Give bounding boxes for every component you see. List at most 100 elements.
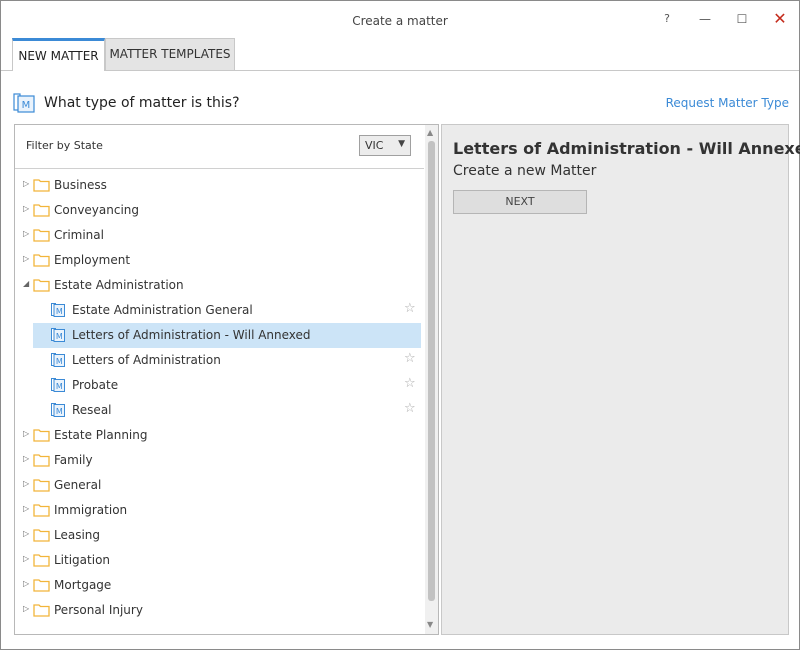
tab-matter-templates[interactable]: MATTER TEMPLATES [105,38,235,70]
tree-matter-row[interactable]: M Letters of Administration ☆ [15,348,424,373]
tree-matter-row[interactable]: M Estate Administration General ☆ [15,298,424,323]
expand-icon[interactable]: ▷ [23,504,31,513]
expand-icon[interactable]: ▷ [23,604,31,613]
matter-icon: M [51,328,65,342]
tree-folder-label: Employment [54,253,131,267]
folder-icon [33,279,50,292]
question-heading: What type of matter is this? [44,95,240,111]
chevron-down-icon: ▼ [398,139,405,149]
state-select[interactable]: VIC ▼ [359,135,411,156]
tree-scrollbar[interactable]: ▲ ▼ [425,125,438,634]
svg-text:M: M [56,307,63,316]
matter-icon: M [51,353,65,367]
tree-folder-row[interactable]: ▷ Immigration [15,498,424,523]
matter-icon: M [51,403,65,417]
expand-icon[interactable]: ▷ [23,554,31,563]
tree-folder-label: Estate Administration [54,278,184,292]
detail-title: Letters of Administration - Will Annexed [453,139,800,158]
tree-folder-row[interactable]: ▷ Employment [15,248,424,273]
expand-icon[interactable]: ▷ [23,429,31,438]
detail-panel: Letters of Administration - Will Annexed… [441,124,800,635]
svg-text:M: M [56,382,63,391]
favorite-star-icon[interactable]: ☆ [404,301,416,316]
tree-folder-label: Leasing [54,528,101,542]
folder-icon [33,454,50,467]
tree-folder-label: Conveyancing [54,203,140,217]
tree-folder-label: General [54,478,102,492]
expand-icon[interactable]: ▷ [23,579,31,588]
folder-icon [33,479,50,492]
expand-icon[interactable]: ▷ [23,254,31,263]
favorite-star-icon[interactable]: ☆ [404,401,416,416]
tree-folder-row[interactable]: ▷ Estate Planning [15,423,424,448]
tree-folder-row[interactable]: ◢ Estate Administration [15,273,424,298]
tree-folder-label: Family [54,453,93,467]
scroll-up-icon[interactable]: ▲ [427,128,433,137]
tab-new-matter[interactable]: NEW MATTER [12,38,105,71]
tree-folder-row[interactable]: ▷ Business [15,173,424,198]
folder-icon [33,504,50,517]
detail-subtitle: Create a new Matter [453,163,597,179]
tree-folder-row[interactable]: ▷ Criminal [15,223,424,248]
tree-folder-label: Litigation [54,553,111,567]
tree-matter-row[interactable]: M Letters of Administration - Will Annexe… [15,323,424,348]
tree-folder-row[interactable]: ▷ Mortgage [15,573,424,598]
title-bar: Create a matter ? — ☐ ✕ [1,1,799,39]
next-button[interactable]: NEXT [453,190,587,214]
matter-type-icon: M [13,93,35,113]
favorite-star-icon[interactable]: ☆ [404,351,416,366]
window-title: Create a matter [352,14,448,28]
tree-folder-row[interactable]: ▷ Conveyancing [15,198,424,223]
folder-icon [33,529,50,542]
tree-folder-row[interactable]: ▷ Family [15,448,424,473]
matter-icon: M [51,378,65,392]
tree-folder-label: Immigration [54,503,128,517]
tree-folder-row[interactable]: ▷ Leasing [15,523,424,548]
svg-text:M: M [56,357,63,366]
folder-icon [33,254,50,267]
expand-icon[interactable]: ▷ [23,454,31,463]
filter-row: Filter by State VIC ▼ [15,125,424,169]
tree-folder-label: Mortgage [54,578,112,592]
tree-folder-row[interactable]: ▷ General [15,473,424,498]
minimize-button[interactable]: — [693,9,717,29]
tree-matter-label: Letters of Administration - Will Annexed [72,328,311,342]
expand-icon[interactable]: ▷ [23,204,31,213]
expand-icon[interactable]: ▷ [23,229,31,238]
tree-folder-label: Estate Planning [54,428,148,442]
favorite-star-icon[interactable]: ☆ [404,376,416,391]
tree-matter-row[interactable]: M Reseal ☆ [15,398,424,423]
matter-icon: M [51,303,65,317]
folder-icon [33,554,50,567]
collapse-icon[interactable]: ◢ [23,279,31,288]
folder-icon [33,229,50,242]
maximize-button[interactable]: ☐ [730,9,754,29]
svg-text:M: M [22,100,31,111]
tree-folder-label: Criminal [54,228,104,242]
create-matter-window: Create a matter ? — ☐ ✕ NEW MATTER MATTE… [0,0,800,650]
folder-icon [33,579,50,592]
tree-folder-label: Business [54,178,107,192]
folder-icon [33,179,50,192]
expand-icon[interactable]: ▷ [23,179,31,188]
tree-matter-row[interactable]: M Probate ☆ [15,373,424,398]
state-select-value: VIC [365,139,384,152]
close-button[interactable]: ✕ [768,9,792,29]
tree-matter-label: Estate Administration General [72,303,253,317]
tab-bar: NEW MATTER MATTER TEMPLATES [1,37,799,71]
scroll-thumb[interactable] [428,141,435,601]
folder-icon [33,204,50,217]
tree-matter-label: Letters of Administration [72,353,221,367]
scroll-down-icon[interactable]: ▼ [427,620,433,629]
filter-label: Filter by State [26,139,103,152]
question-row: M What type of matter is this? Request M… [13,91,789,117]
tree-folder-row[interactable]: ▷ Litigation [15,548,424,573]
request-matter-type-link[interactable]: Request Matter Type [666,96,789,110]
tree-folder-label: Personal Injury [54,603,143,617]
tree-folder-row[interactable]: ▷ Personal Injury [15,598,424,623]
expand-icon[interactable]: ▷ [23,479,31,488]
matter-type-panel: Filter by State VIC ▼ ▷ Business ▷ Conveyan… [14,124,439,635]
help-button[interactable]: ? [655,9,679,29]
expand-icon[interactable]: ▷ [23,529,31,538]
svg-text:M: M [56,332,63,341]
